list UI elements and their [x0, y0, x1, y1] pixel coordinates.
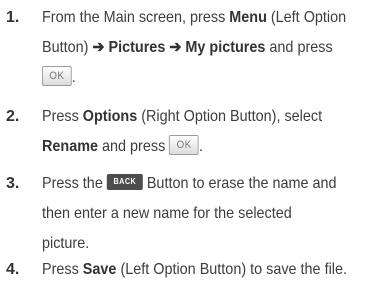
text-run: Press — [42, 261, 83, 278]
bold-term: ➔ Pictures ➔ My pictures — [92, 39, 266, 56]
text-run: Button) — [42, 39, 93, 56]
step-number: 3. — [6, 175, 20, 192]
bold-term: Menu — [229, 9, 267, 26]
step-text-line: OK. — [42, 63, 386, 93]
bold-term: Save — [82, 261, 117, 278]
step-text: Press Save (Left Option Button) to save … — [42, 255, 386, 285]
step-number: 2. — [6, 108, 20, 125]
text-run: Button to erase the name and — [142, 175, 337, 192]
step-number: 1. — [6, 9, 20, 26]
text-run: Press the — [42, 175, 107, 192]
bold-term: Options — [82, 108, 138, 125]
text-run: Press — [42, 108, 83, 125]
step-text-line: From the Main screen, press Menu (Left O… — [42, 3, 386, 33]
text-run: and press — [265, 39, 333, 56]
step-text-line: Press Save (Left Option Button) to save … — [42, 255, 386, 285]
text-run: From the Main screen, press — [42, 9, 230, 26]
text-run: (Right Option Button), select — [137, 108, 323, 125]
text-run: then enter a new name for the selected — [42, 205, 292, 222]
step-number: 4. — [6, 261, 20, 278]
text-run: (Left Option — [266, 9, 347, 26]
text-run: picture. — [42, 235, 90, 252]
ok-key-icon: OK — [169, 135, 199, 156]
step-text-line: Press Options (Right Option Button), sel… — [42, 102, 386, 132]
bold-term: Rename — [42, 138, 99, 155]
step-text: From the Main screen, press Menu (Left O… — [42, 3, 386, 93]
text-run: . — [198, 138, 203, 155]
text-run: (Left Option Button) to save the file. — [116, 261, 347, 278]
step-text-line: Press the BACK Button to erase the name … — [42, 169, 386, 199]
ok-key-icon: OK — [42, 66, 72, 87]
text-run: and press — [98, 138, 170, 155]
text-run: . — [71, 69, 76, 86]
step-text-line: then enter a new name for the selected — [42, 199, 386, 229]
step-text: Press the BACK Button to erase the name … — [42, 169, 386, 259]
step-text: Press Options (Right Option Button), sel… — [42, 102, 386, 162]
step-text-line: Rename and press OK. — [42, 132, 386, 162]
back-key-icon: BACK — [106, 174, 143, 191]
step-text-line: Button) ➔ Pictures ➔ My pictures and pre… — [42, 33, 386, 63]
